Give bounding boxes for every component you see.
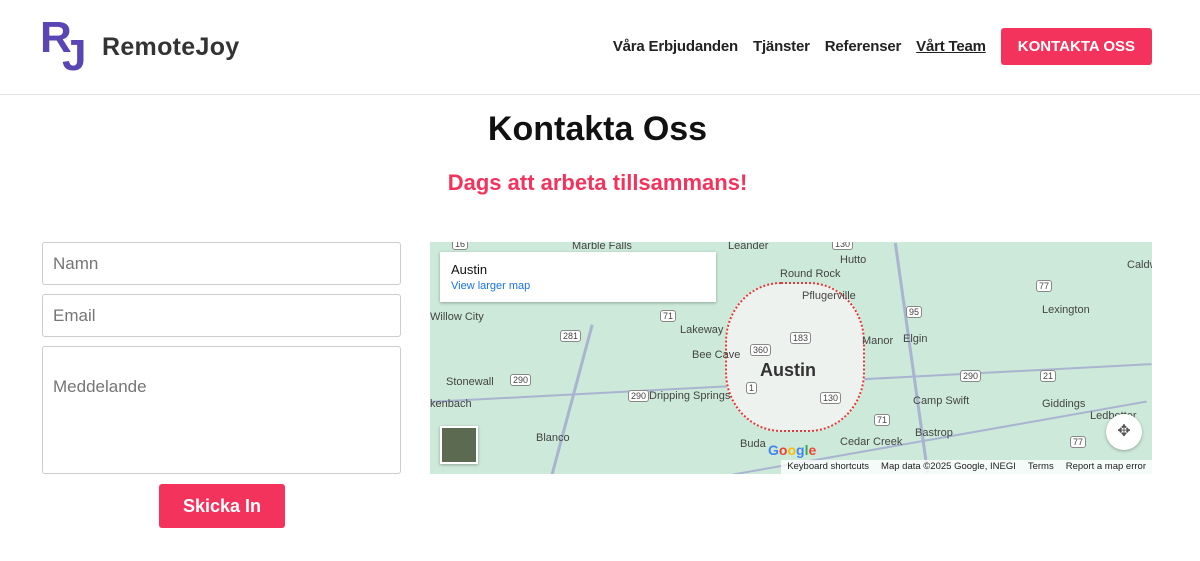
keyboard-shortcuts-link[interactable]: Keyboard shortcuts bbox=[787, 461, 869, 473]
map-route-shield: 290 bbox=[628, 390, 650, 402]
map-route-shield: 290 bbox=[960, 370, 982, 382]
austin-city-area bbox=[725, 282, 865, 432]
map-route-shield: 130 bbox=[832, 242, 854, 250]
map-place-label: Cedar Creek bbox=[840, 436, 903, 448]
map-route-shield: 290 bbox=[510, 374, 532, 386]
submit-button[interactable]: Skicka In bbox=[159, 484, 285, 528]
map-place-label: Marble Falls bbox=[572, 242, 632, 252]
map-route-shield: 183 bbox=[790, 332, 812, 344]
contact-cta-button[interactable]: KONTAKTA OSS bbox=[1000, 28, 1152, 65]
map-route-shield: 71 bbox=[660, 310, 677, 322]
map-place-label: Camp Swift bbox=[913, 395, 970, 407]
map-route-shield: 130 bbox=[820, 392, 842, 404]
map-route-shield: 77 bbox=[1036, 280, 1053, 292]
map-route-shield: 71 bbox=[874, 414, 891, 426]
map-data-text: Map data ©2025 Google, INEGI bbox=[881, 461, 1016, 472]
map-route-shield: 360 bbox=[750, 344, 772, 356]
email-input[interactable] bbox=[42, 294, 401, 337]
map-attribution: Keyboard shortcuts Map data ©2025 Google… bbox=[781, 460, 1152, 474]
place-card: Austin View larger map bbox=[440, 252, 716, 302]
camera-control-icon[interactable]: ✥ bbox=[1106, 414, 1142, 450]
logo-j: J bbox=[62, 31, 87, 80]
map-route-shield: 1 bbox=[746, 382, 758, 394]
report-error-link[interactable]: Report a map error bbox=[1066, 461, 1146, 473]
map-route-shield: 21 bbox=[1040, 370, 1057, 382]
map-place-label: Round Rock bbox=[780, 268, 841, 280]
google-logo: Google bbox=[768, 442, 817, 458]
map-route-shield: 95 bbox=[906, 306, 923, 318]
map-city-label: Austin bbox=[760, 360, 816, 380]
logo[interactable]: RJ RemoteJoy bbox=[40, 13, 240, 80]
place-name: Austin bbox=[451, 262, 488, 277]
main-nav: Våra Erbjudanden Tjänster Referenser Vår… bbox=[598, 28, 1152, 65]
map-place-label: Bee Cave bbox=[692, 349, 741, 361]
map-embed[interactable]: Austin Marble Falls Leander Hutto Round Roc… bbox=[430, 242, 1152, 474]
nav-referenser[interactable]: Referenser bbox=[825, 38, 902, 55]
map-place-label: Elgin bbox=[903, 333, 928, 345]
satellite-toggle[interactable] bbox=[440, 426, 478, 464]
map-place-label: Buda bbox=[740, 438, 766, 450]
view-larger-map-link[interactable]: View larger map bbox=[451, 280, 705, 292]
map-place-label: Leander bbox=[728, 242, 769, 252]
map-place-label: Lexington bbox=[1042, 304, 1090, 316]
map-place-label: Willow City bbox=[430, 311, 484, 323]
terms-link[interactable]: Terms bbox=[1028, 461, 1054, 473]
map-place-label: Stonewall bbox=[446, 376, 494, 388]
site-header: RJ RemoteJoy Våra Erbjudanden Tjänster R… bbox=[0, 0, 1200, 95]
map-place-label: Caldwell bbox=[1127, 259, 1152, 271]
page-subtitle: Dags att arbeta tillsammans! bbox=[447, 170, 748, 195]
map-place-label: Blanco bbox=[536, 432, 570, 444]
logo-mark: RJ bbox=[40, 13, 90, 80]
map-place-label: Lakeway bbox=[680, 324, 724, 336]
message-textarea[interactable] bbox=[42, 346, 401, 474]
map-place-label: Dripping Springs bbox=[649, 390, 731, 402]
nav-vart-team[interactable]: Vårt Team bbox=[916, 38, 986, 55]
map-place-label: Pflugerville bbox=[802, 290, 856, 302]
map-place-label: Hutto bbox=[840, 254, 867, 266]
map-route-shield: 77 bbox=[1070, 436, 1087, 448]
nav-tjanster[interactable]: Tjänster bbox=[753, 38, 810, 55]
page-title: Kontakta Oss bbox=[487, 110, 708, 148]
nav-erbjudanden[interactable]: Våra Erbjudanden bbox=[613, 38, 738, 55]
map-place-label: Manor bbox=[862, 335, 894, 347]
map-place-label: Bastrop bbox=[915, 427, 953, 439]
map-route-shield: 16 bbox=[452, 242, 469, 250]
map-place-label: Giddings bbox=[1042, 398, 1086, 410]
map-place-label: kenbach bbox=[430, 398, 472, 410]
name-input[interactable] bbox=[42, 242, 401, 285]
map-route-shield: 281 bbox=[560, 330, 582, 342]
brand-name: RemoteJoy bbox=[102, 32, 240, 61]
map-road bbox=[549, 324, 594, 474]
